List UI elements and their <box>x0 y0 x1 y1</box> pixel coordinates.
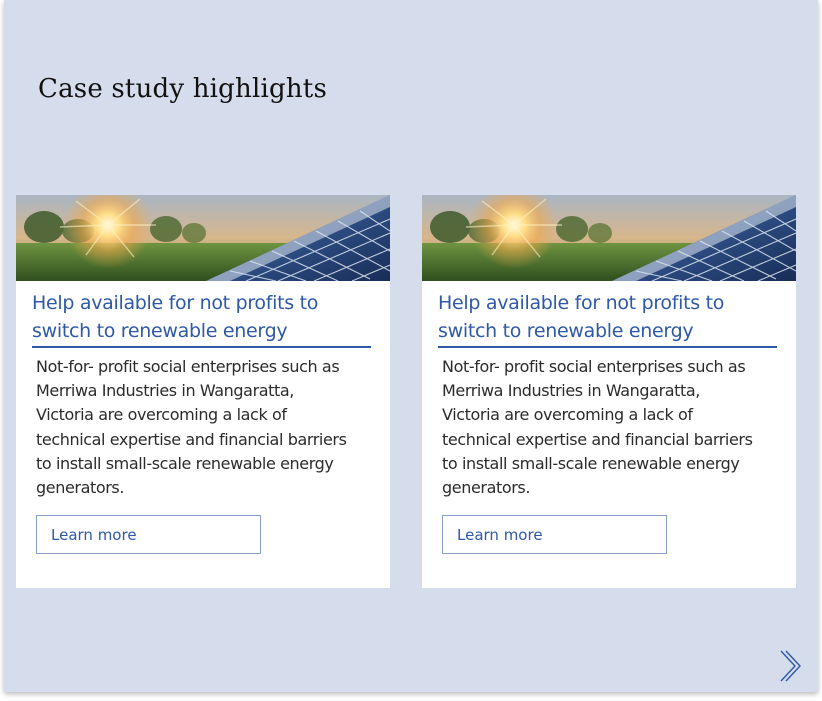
case-study-card: Help available for not profits to switch… <box>16 195 390 588</box>
card-image <box>422 195 796 281</box>
card-description: Not-for- profit social enterprises such … <box>36 357 347 498</box>
card-title-divider <box>438 346 777 348</box>
card-title: Help available for not profits to switch… <box>438 292 725 342</box>
section-title: Case study highlights <box>38 74 327 104</box>
card-image <box>16 195 390 281</box>
case-study-panel: Case study highlights Help available for… <box>4 0 818 692</box>
learn-more-button[interactable]: Learn more <box>36 515 261 554</box>
card-title-divider <box>32 346 371 348</box>
case-study-card: Help available for not profits to switch… <box>422 195 796 588</box>
card-title: Help available for not profits to switch… <box>32 292 319 342</box>
card-description: Not-for- profit social enterprises such … <box>442 357 753 498</box>
learn-more-button[interactable]: Learn more <box>442 515 667 554</box>
double-chevron-right-icon[interactable] <box>778 648 802 684</box>
